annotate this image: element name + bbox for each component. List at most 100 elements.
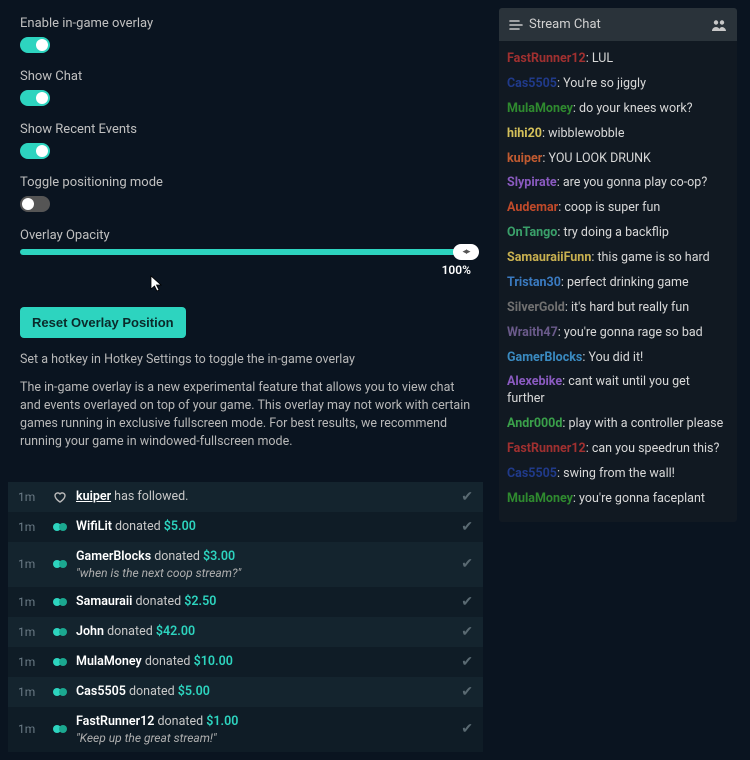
chat-line: SilverGold: it's hard but really fun [507,296,729,321]
follow-icon [52,490,68,504]
donation-icon [52,655,68,669]
chat-username[interactable]: hihi20 [507,126,542,141]
event-time: 1m [18,625,52,639]
setting-overlay-opacity: Overlay Opacity ◂▸ 100% [20,228,471,277]
chat-line: MulaMoney: do your knees work? [507,97,729,122]
chat-username[interactable]: FastRunner12 [507,51,586,66]
viewers-icon[interactable] [711,19,727,31]
event-time: 1m [18,655,52,669]
event-body: John donated $42.00 [76,624,461,639]
event-amount: $2.50 [184,594,216,609]
overlay-settings-panel: Enable in-game overlay Show Chat Show Re… [8,8,483,468]
chat-message: : wibblewobble [542,126,625,141]
chat-username[interactable]: OnTango [507,225,557,240]
chat-username[interactable]: Cas5505 [507,76,557,91]
event-row[interactable]: 1mSamauraii donated $2.50✔ [8,587,483,617]
chat-message: : it's hard but really fun [565,300,689,315]
chat-title: Stream Chat [529,17,601,32]
chat-username[interactable]: Slypirate [507,175,557,190]
donation-icon [52,557,68,571]
check-icon[interactable]: ✔ [461,654,473,670]
chat-username[interactable]: FastRunner12 [507,441,586,456]
event-time: 1m [18,490,52,504]
check-icon[interactable]: ✔ [461,684,473,700]
stream-chat-panel: Stream Chat FastRunner12: LULCas5505: Yo… [499,8,737,522]
event-user: kuiper [76,489,111,504]
event-row[interactable]: 1m kuiper has followed.✔ [8,482,483,512]
chat-line: Audemar: coop is super fun [507,196,729,221]
chat-icon [509,19,523,31]
chat-line: kuiper: YOU LOOK DRUNK [507,147,729,172]
chat-username[interactable]: SamauraiiFunn [507,250,591,265]
event-row[interactable]: 1m John donated $42.00✔ [8,617,483,647]
chat-message: : you're gonna faceplant [573,491,705,506]
event-time: 1m [18,520,52,534]
event-time: 1m [18,722,52,736]
chat-username[interactable]: Andr000d [507,416,562,431]
chat-line: GamerBlocks: You did it! [507,346,729,371]
chat-username[interactable]: Tristan30 [507,275,561,290]
event-body: Samauraii donated $2.50 [76,594,461,609]
toggle-show-chat[interactable] [20,90,50,106]
chat-username[interactable]: kuiper [507,151,542,166]
event-row[interactable]: 1mFastRunner12 donated $1.00"Keep up the… [8,707,483,752]
event-row[interactable]: 1mGamerBlocks donated $3.00"when is the … [8,542,483,587]
chat-line: SamauraiiFunn: this game is so hard [507,246,729,271]
chat-message: : perfect drinking game [561,275,689,290]
setting-label: Toggle positioning mode [20,175,471,190]
opacity-slider[interactable]: ◂▸ [20,249,471,255]
setting-label: Overlay Opacity [20,228,471,243]
event-row[interactable]: 1m WifiLit donated $5.00✔ [8,512,483,542]
event-row[interactable]: 1mCas5505 donated $5.00✔ [8,677,483,707]
event-amount: $5.00 [178,684,210,699]
chat-username[interactable]: Alexebike [507,374,562,389]
chat-line: Slypirate: are you gonna play co-op? [507,171,729,196]
chat-username[interactable]: SilverGold [507,300,565,315]
overlay-description: The in-game overlay is a new experimenta… [20,379,471,452]
event-time: 1m [18,557,52,571]
toggle-recent-events[interactable] [20,143,50,159]
event-body: kuiper has followed. [76,489,461,504]
chat-message: : do your knees work? [573,101,693,116]
chat-username[interactable]: GamerBlocks [507,350,582,365]
chat-username[interactable]: Cas5505 [507,466,557,481]
event-body: WifiLit donated $5.00 [76,519,461,534]
check-icon[interactable]: ✔ [461,721,473,737]
chat-username[interactable]: MulaMoney [507,491,573,506]
event-message: "when is the next coop stream?" [76,566,461,580]
chat-username[interactable]: Audemar [507,200,558,215]
chat-message: : can you speedrun this? [586,441,720,456]
chat-username[interactable]: Wraith47 [507,325,558,340]
check-icon[interactable]: ✔ [461,624,473,640]
chat-message: : you're gonna rage so bad [558,325,703,340]
chat-message: : coop is super fun [558,200,660,215]
setting-recent-events: Show Recent Events [20,122,471,163]
event-amount: $1.00 [206,714,238,729]
chat-line: Cas5505: You're so jiggly [507,72,729,97]
chat-line: Andr000d: play with a controller please [507,412,729,437]
chat-line: Cas5505: swing from the wall! [507,462,729,487]
event-row[interactable]: 1mMulaMoney donated $10.00✔ [8,647,483,677]
chat-line: Alexebike: cant wait until you get furth… [507,370,729,412]
event-amount: $3.00 [203,549,235,564]
slider-thumb[interactable]: ◂▸ [453,244,479,260]
event-user: MulaMoney [76,654,142,669]
check-icon[interactable]: ✔ [461,556,473,572]
reset-overlay-button[interactable]: Reset Overlay Position [20,307,186,338]
event-user: FastRunner12 [76,714,154,729]
toggle-positioning-mode[interactable] [20,196,50,212]
event-user: GamerBlocks [76,549,151,564]
check-icon[interactable]: ✔ [461,519,473,535]
chat-line: OnTango: try doing a backflip [507,221,729,246]
check-icon[interactable]: ✔ [461,594,473,610]
recent-events-list: 1mkuiper has followed.✔1mWifiLit donated… [8,482,483,752]
toggle-enable-overlay[interactable] [20,37,50,53]
chat-message: : play with a controller please [562,416,723,431]
chat-line: FastRunner12: can you speedrun this? [507,437,729,462]
chat-username[interactable]: MulaMoney [507,101,573,116]
event-user: John [76,624,104,639]
donation-icon [52,520,68,534]
chat-line: hihi20: wibblewobble [507,122,729,147]
check-icon[interactable]: ✔ [461,489,473,505]
event-amount: $5.00 [164,519,196,534]
